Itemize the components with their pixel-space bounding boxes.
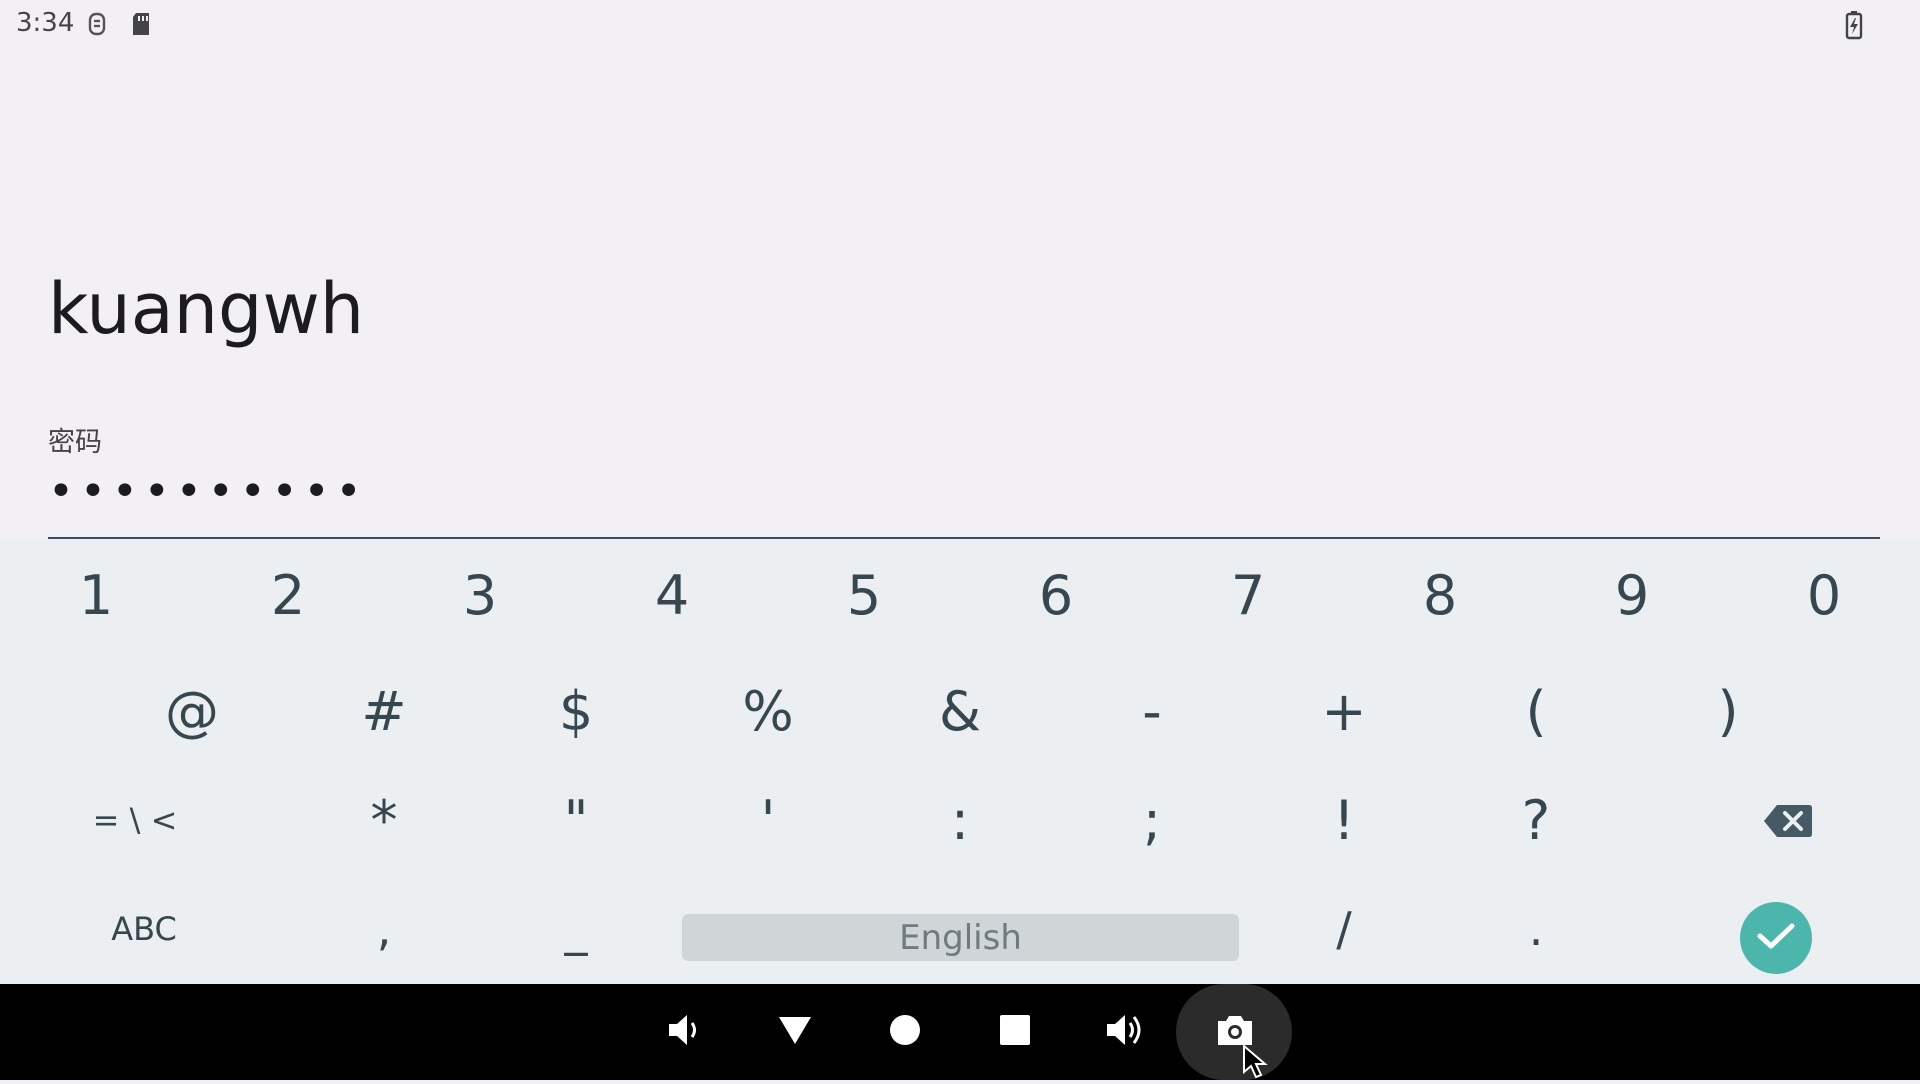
backspace-icon [1763, 789, 1813, 852]
key-7[interactable]: 7 [1188, 540, 1308, 650]
key-comma[interactable]: , [324, 874, 444, 984]
key-percent[interactable]: % [708, 656, 828, 766]
home-icon [889, 1014, 921, 1050]
key-4[interactable]: 4 [612, 540, 732, 650]
status-bar: 3:34 [0, 0, 1920, 50]
key-3[interactable]: 3 [420, 540, 540, 650]
navigation-bar [0, 984, 1920, 1080]
backspace-key[interactable] [1728, 765, 1848, 875]
password-field-underline [48, 537, 1880, 539]
key-exclamation[interactable]: ! [1284, 765, 1404, 875]
volume-up-button[interactable] [1070, 984, 1180, 1080]
sd-card-icon [130, 10, 152, 42]
soft-keyboard: 1 2 3 4 5 6 7 8 9 0 @ # $ % & - + ( ) = … [0, 540, 1920, 984]
volume-down-button[interactable] [630, 984, 740, 1080]
key-0[interactable]: 0 [1764, 540, 1884, 650]
home-button[interactable] [850, 984, 960, 1080]
space-key[interactable]: English [682, 914, 1239, 961]
key-colon[interactable]: : [900, 765, 1020, 875]
password-field[interactable]: •••••••••• [48, 470, 368, 514]
back-button[interactable] [740, 984, 850, 1080]
key-asterisk[interactable]: * [324, 765, 444, 875]
check-icon [1756, 921, 1796, 955]
key-question[interactable]: ? [1476, 765, 1596, 875]
key-double-quote[interactable]: " [516, 765, 636, 875]
key-single-quote[interactable]: ' [708, 765, 828, 875]
volume-up-icon [1103, 1010, 1147, 1054]
key-8[interactable]: 8 [1380, 540, 1500, 650]
key-slash[interactable]: / [1284, 874, 1404, 984]
key-at[interactable]: @ [132, 656, 252, 766]
keyboard-row-digits: 1 2 3 4 5 6 7 8 9 0 [0, 540, 1920, 650]
key-5[interactable]: 5 [804, 540, 924, 650]
key-6[interactable]: 6 [996, 540, 1116, 650]
key-plus[interactable]: + [1284, 656, 1404, 766]
recents-button[interactable] [960, 984, 1070, 1080]
notification-icon [85, 10, 109, 42]
key-hash[interactable]: # [324, 656, 444, 766]
key-abc[interactable]: ABC [84, 874, 204, 984]
mouse-cursor-icon [1242, 1043, 1272, 1084]
key-dollar[interactable]: $ [516, 656, 636, 766]
enter-key[interactable] [1740, 902, 1812, 974]
volume-down-icon [665, 1010, 705, 1054]
key-open-paren[interactable]: ( [1476, 656, 1596, 766]
key-9[interactable]: 9 [1572, 540, 1692, 650]
key-ampersand[interactable]: & [900, 656, 1020, 766]
key-2[interactable]: 2 [228, 540, 348, 650]
key-1[interactable]: 1 [36, 540, 156, 650]
key-more-symbols[interactable]: = \ < [60, 765, 210, 875]
screenshot-button[interactable] [1180, 984, 1290, 1080]
username-display: kuangwh [48, 268, 365, 350]
keyboard-row-symbols-1: @ # $ % & - + ( ) [0, 656, 1920, 766]
key-minus[interactable]: - [1092, 656, 1212, 766]
keyboard-row-symbols-2: = \ < * " ' : ; ! ? [0, 765, 1920, 875]
key-semicolon[interactable]: ; [1092, 765, 1212, 875]
status-time: 3:34 [16, 8, 75, 38]
password-label: 密码 [48, 427, 102, 458]
battery-charging-icon [1844, 10, 1864, 44]
key-close-paren[interactable]: ) [1668, 656, 1788, 766]
key-period[interactable]: . [1476, 874, 1596, 984]
recents-icon [1000, 1015, 1030, 1049]
back-icon [777, 1014, 813, 1050]
key-underscore[interactable]: _ [516, 874, 636, 984]
